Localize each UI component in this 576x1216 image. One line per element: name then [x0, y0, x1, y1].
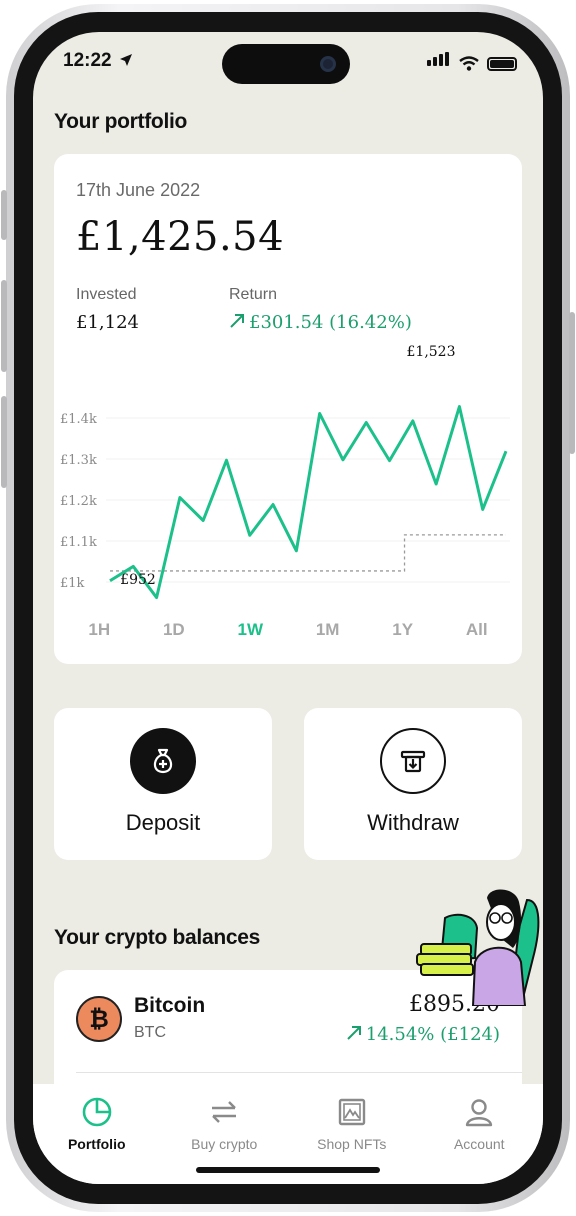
timeframe-1w[interactable]: 1W [238, 620, 264, 640]
side-button [1, 190, 7, 240]
app-screen: 12:22 Your portfolio 17th June 2022 £1,4… [33, 32, 543, 1184]
timeframe-1d[interactable]: 1D [163, 620, 185, 640]
withdraw-label: Withdraw [367, 810, 459, 835]
deposit-label: Deposit [125, 810, 201, 835]
coin-symbol: BTC [134, 1024, 166, 1041]
timeframe-1y[interactable]: 1Y [392, 620, 413, 640]
tab-label: Buy crypto [191, 1136, 258, 1152]
portfolio-date: 17th June 2022 [76, 180, 201, 200]
person-with-coins-illustration [416, 889, 540, 1006]
y-tick-label: £1.3k [60, 453, 97, 468]
row-divider [76, 1072, 522, 1073]
y-tick-label: £1.4k [60, 412, 97, 427]
portfolio-card: 17th June 2022 £1,425.54 Invested £1,124… [54, 154, 522, 664]
dynamic-island [222, 44, 350, 84]
wifi-icon [459, 56, 479, 71]
portfolio-heading: Your portfolio [54, 110, 188, 133]
coin-change: 14.54% (£124) [346, 1024, 500, 1045]
timeframe-all[interactable]: All [466, 620, 488, 640]
side-button [1, 280, 7, 372]
portfolio-total: £1,425.54 [76, 214, 285, 260]
money-bag-plus-icon [130, 728, 196, 794]
coin-name: Bitcoin [134, 994, 206, 1017]
return-value-text: £301.54 (16.42%) [249, 312, 412, 333]
portfolio-chart[interactable]: £1.4k £1.3k £1.2k £1.1k £1k £1,523 £952 [54, 344, 522, 604]
chart-low-label: £952 [120, 572, 156, 588]
signal-icon [427, 52, 451, 71]
picture-icon [338, 1098, 365, 1126]
bitcoin-icon: ₿ [76, 996, 122, 1042]
side-button [1, 396, 7, 488]
trend-up-arrow-icon [347, 1026, 361, 1040]
tab-portfolio[interactable]: Portfolio [33, 1084, 161, 1184]
trend-up-arrow-icon [230, 314, 244, 328]
invested-value: £1,124 [76, 312, 139, 333]
camera-icon [320, 56, 336, 72]
tab-label: Portfolio [67, 1136, 126, 1152]
withdraw-atm-icon [380, 728, 446, 794]
tab-label: Account [453, 1136, 505, 1152]
timeframe-1m[interactable]: 1M [316, 620, 340, 640]
status-time-text: 12:22 [63, 50, 112, 71]
y-tick-label: £1.1k [60, 535, 97, 550]
withdraw-button[interactable]: Withdraw [304, 708, 522, 860]
swap-arrows-icon [212, 1101, 237, 1123]
y-tick-label: £1k [60, 576, 85, 591]
pie-chart-icon [82, 1097, 112, 1127]
balances-heading: Your crypto balances [54, 926, 261, 949]
user-icon [466, 1099, 493, 1127]
status-icons [427, 52, 517, 71]
deposit-button[interactable]: Deposit [54, 708, 272, 860]
status-time: 12:22 [63, 50, 133, 72]
coin-change-text: 14.54% (£124) [365, 1024, 500, 1045]
tab-account[interactable]: Account [416, 1084, 544, 1184]
timeframe-selector: 1H 1D 1W 1M 1Y All [54, 620, 522, 640]
battery-icon [487, 57, 517, 71]
tab-label: Shop NFTs [317, 1136, 387, 1152]
home-indicator[interactable] [196, 1167, 380, 1173]
return-label: Return [229, 286, 278, 303]
chart-high-label: £1,523 [407, 344, 456, 360]
portfolio-value-line [109, 405, 508, 600]
return-value: £301.54 (16.42%) [229, 312, 412, 333]
side-button [569, 312, 575, 454]
invested-label: Invested [76, 286, 137, 303]
location-arrow-icon [119, 54, 132, 66]
y-tick-label: £1.2k [60, 494, 97, 509]
timeframe-1h[interactable]: 1H [88, 620, 110, 640]
